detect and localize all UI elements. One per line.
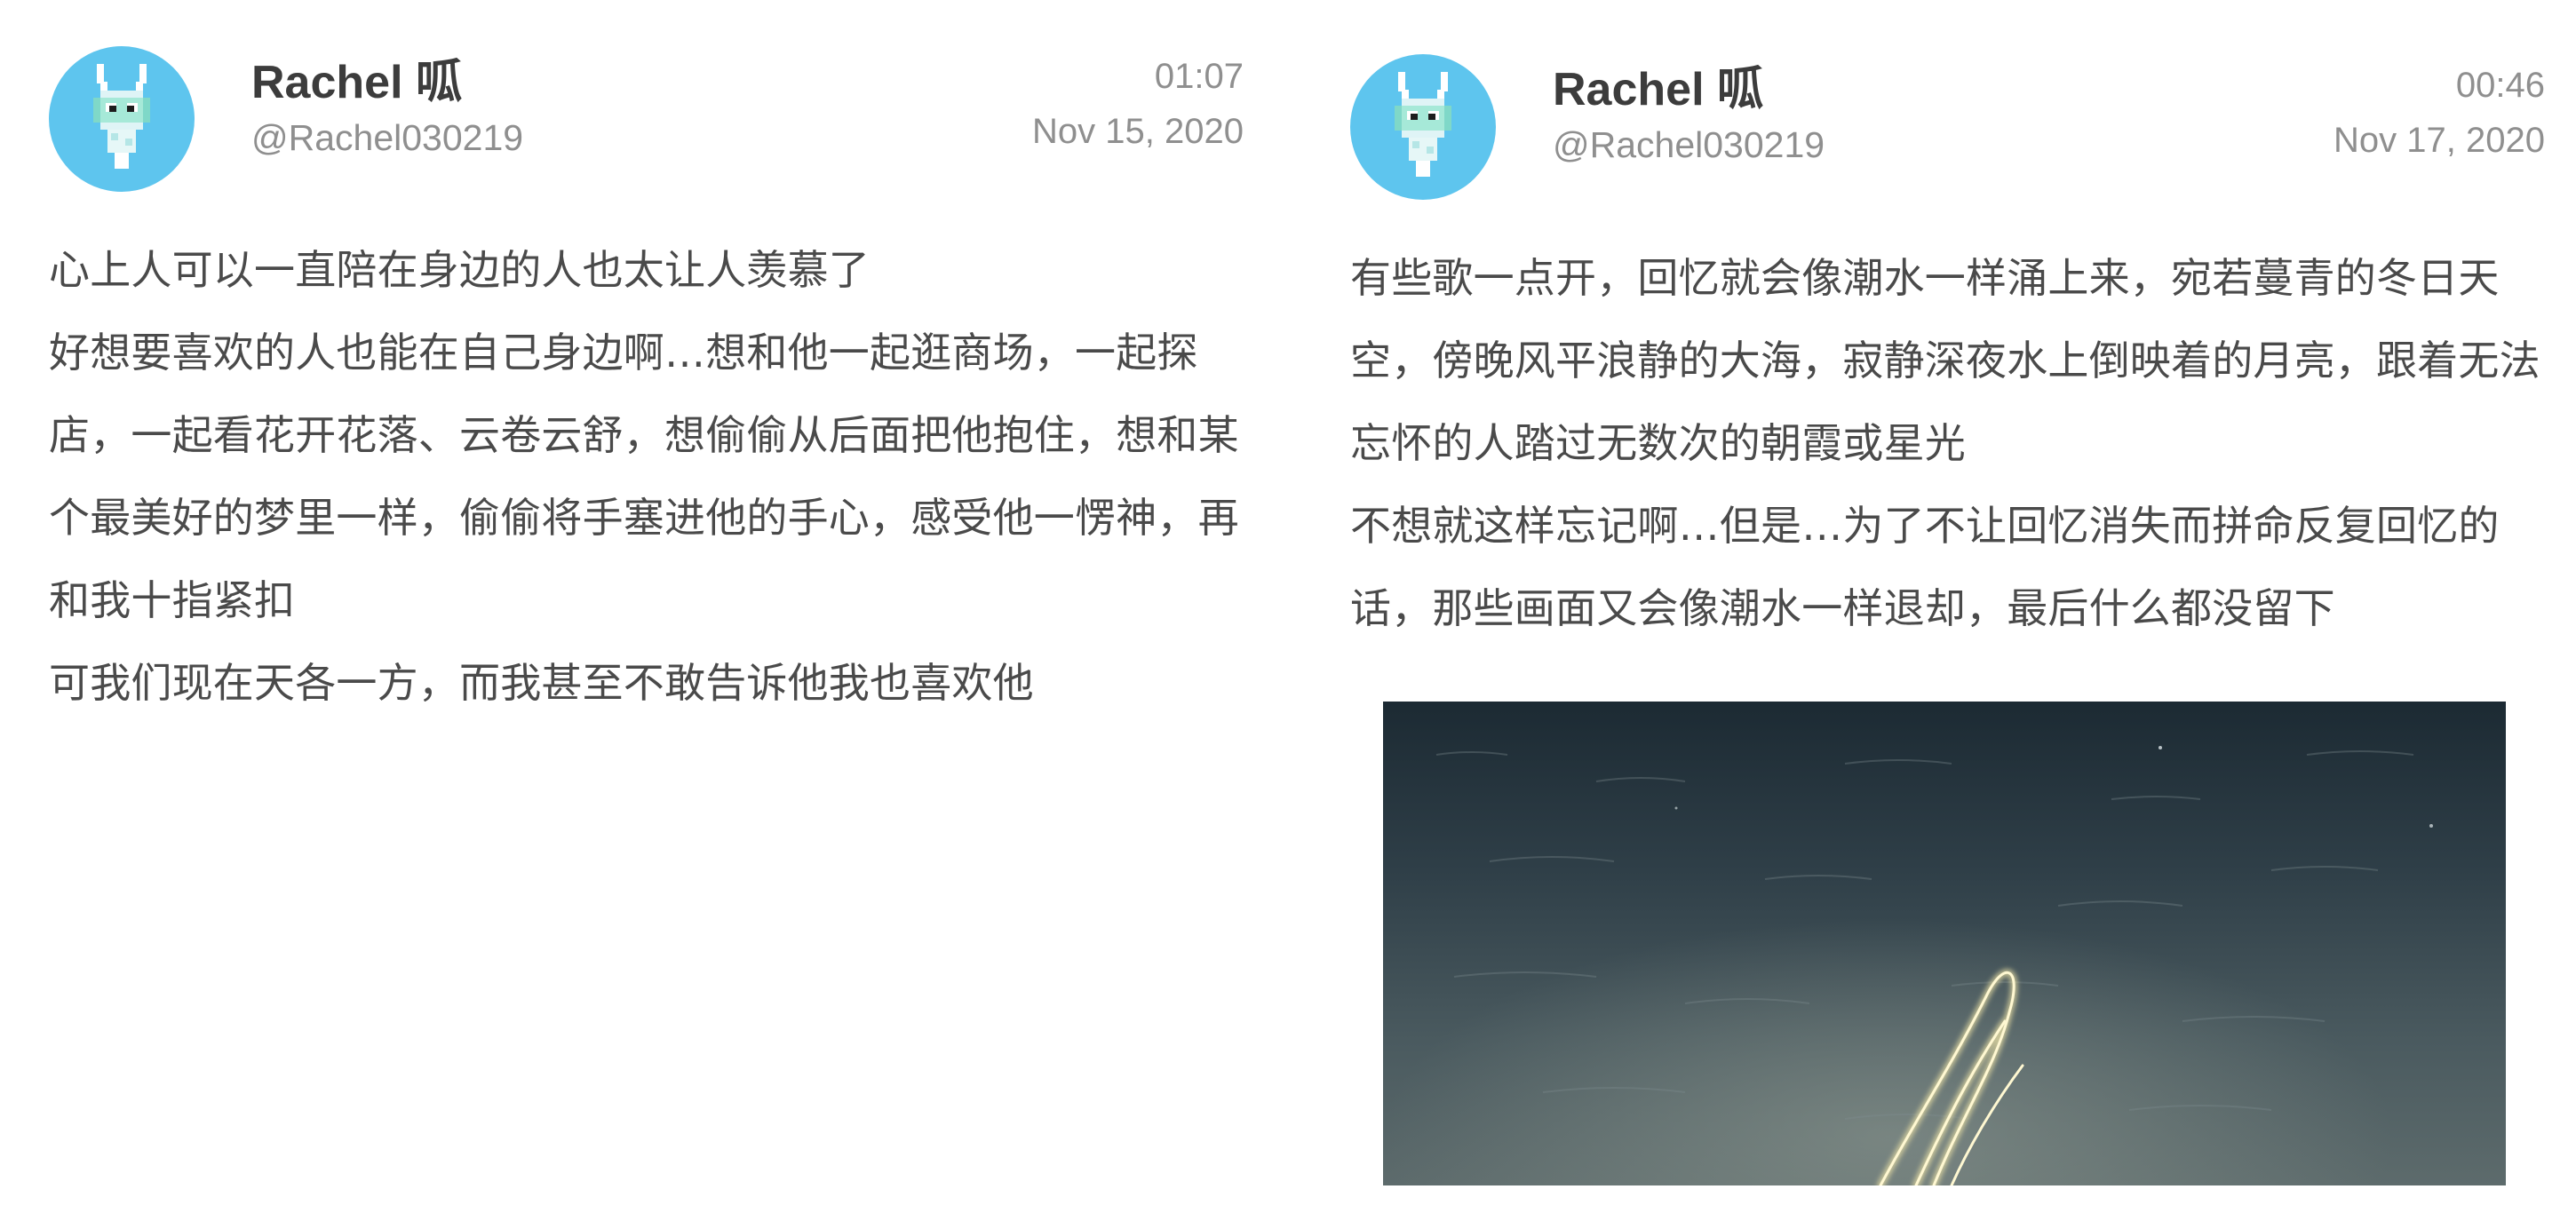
post-paragraph: 可我们现在天各一方，而我甚至不敢告诉他我也喜欢他: [49, 659, 1034, 707]
author-name[interactable]: Rachel 呱: [1553, 59, 1825, 121]
post-image[interactable]: [1383, 702, 2506, 1185]
avatar[interactable]: [1350, 54, 1496, 200]
post-paragraph: 心上人可以一直陪在身边的人也太让人羡慕了: [49, 246, 870, 294]
post-time: 01:07: [1154, 57, 1244, 96]
author-block: Rachel 呱 @Rachel030219: [1553, 59, 1825, 171]
post-date: Nov 15, 2020: [1032, 112, 1244, 151]
author-handle[interactable]: @Rachel030219: [1553, 118, 1825, 171]
post-card-2: Rachel 呱 @Rachel030219 00:46 Nov 17, 202…: [1350, 0, 2545, 1221]
post-paragraph: 好想要喜欢的人也能在自己身边啊…想和他一起逛商场，一起探店，一起看花开花落、云卷…: [49, 329, 1239, 624]
pixel-rabbit-icon: [93, 64, 150, 169]
post-body: 有些歌一点开，回忆就会像潮水一样涌上来，宛若蔓青的冬日天空，傍晚风平浪静的大海，…: [1350, 237, 2545, 650]
author-handle[interactable]: @Rachel030219: [251, 111, 523, 164]
post-paragraph: 有些歌一点开，回忆就会像潮水一样涌上来，宛若蔓青的冬日天空，傍晚风平浪静的大海，…: [1350, 254, 2540, 467]
avatar[interactable]: [49, 46, 195, 192]
night-water-light-trail-photo: [1383, 702, 2506, 1185]
post-timestamp: 01:07 Nov 15, 2020: [1032, 49, 1244, 159]
post-timestamp: 00:46 Nov 17, 2020: [2334, 58, 2545, 168]
post-date: Nov 17, 2020: [2334, 121, 2545, 160]
author-name[interactable]: Rachel 呱: [251, 52, 523, 114]
post-body: 心上人可以一直陪在身边的人也太让人羡慕了 好想要喜欢的人也能在自己身边啊…想和他…: [49, 229, 1244, 725]
post-paragraph: 不想就这样忘记啊…但是…为了不让回忆消失而拼命反复回忆的话，那些画面又会像潮水一…: [1350, 502, 2500, 632]
post-card-1: Rachel 呱 @Rachel030219 01:07 Nov 15, 202…: [49, 0, 1244, 1221]
post-time: 00:46: [2455, 66, 2545, 105]
pixel-rabbit-icon: [1395, 72, 1451, 177]
author-block: Rachel 呱 @Rachel030219: [251, 52, 523, 164]
